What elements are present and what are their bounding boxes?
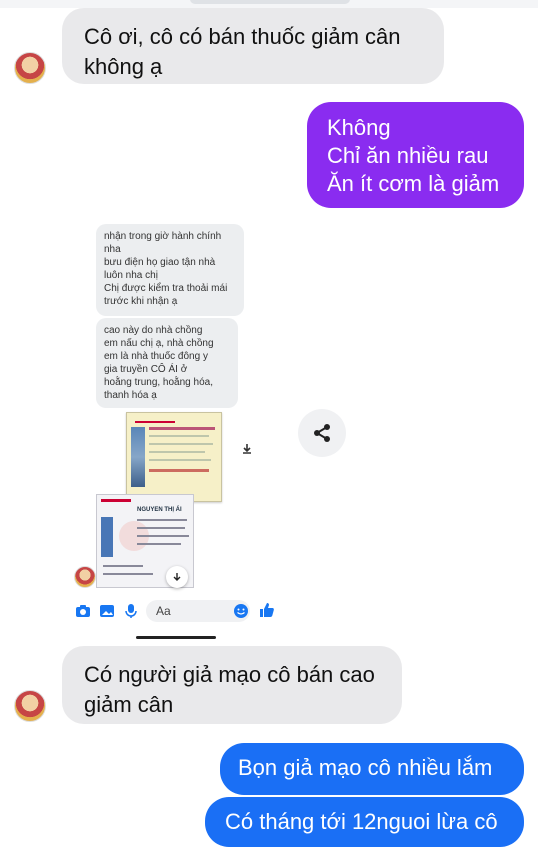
message-text: Bọn giả mạo cô nhiều lắm <box>238 755 493 780</box>
embedded-text: Chị được kiểm tra thoải mái <box>104 283 228 294</box>
faded-header <box>190 0 350 4</box>
embedded-text: hoằng trung, hoằng hóa, <box>104 377 213 388</box>
card-line <box>149 427 215 430</box>
embedded-text: em nấu chị ạ, nhà chồng <box>104 338 214 349</box>
camera-icon[interactable] <box>74 602 92 620</box>
download-icon[interactable] <box>240 442 254 456</box>
embedded-avatar <box>74 566 96 588</box>
card-line <box>149 435 209 437</box>
card-line <box>137 543 181 545</box>
card-portrait <box>131 427 145 487</box>
message-bubble-incoming[interactable]: Cô ơi, cô có bán thuốc giảm cân không ạ <box>62 8 444 84</box>
message-bubble-outgoing[interactable]: Bọn giả mạo cô nhiều lắm <box>220 743 524 795</box>
embedded-message-bubble: cao này do nhà chồng em nấu chị ạ, nhà c… <box>96 318 238 408</box>
embedded-text: nhận trong giờ hành chính <box>104 231 222 242</box>
card-line <box>137 527 185 529</box>
embedded-text: bưu điện họ giao tận nhà <box>104 257 216 268</box>
image-icon[interactable] <box>98 602 116 620</box>
embedded-home-indicator <box>136 636 216 639</box>
sender-avatar[interactable] <box>14 690 46 722</box>
message-bubble-outgoing[interactable]: Có tháng tới 12nguoi lừa cô <box>205 797 524 847</box>
emoji-icon[interactable] <box>232 602 250 620</box>
message-bubble-outgoing[interactable]: Không Chỉ ăn nhiều rau Ăn ít cơm là giảm <box>307 102 524 208</box>
card-line <box>149 469 209 472</box>
message-text: giảm cân <box>84 692 174 717</box>
card-line <box>149 459 211 461</box>
card-line <box>103 573 153 575</box>
embedded-text: thanh hóa ạ <box>104 390 157 401</box>
message-text: Có người giả mạo cô bán cao <box>84 662 375 687</box>
card-header-line <box>101 499 131 502</box>
card-line <box>137 519 187 521</box>
message-bubble-incoming[interactable]: Có người giả mạo cô bán cao giảm cân <box>62 646 402 724</box>
top-status-strip <box>0 0 538 8</box>
card-line <box>149 451 205 453</box>
message-text: Không <box>327 115 391 140</box>
message-text: không ạ <box>84 54 163 79</box>
card-line <box>103 565 143 567</box>
sender-avatar[interactable] <box>14 52 46 84</box>
certificate-card-image <box>126 412 222 502</box>
embedded-text: nha <box>104 244 121 255</box>
card-line <box>137 535 189 537</box>
embedded-text: gia truyền CÔ ÁI ở <box>104 364 188 375</box>
arrow-down-icon[interactable] <box>166 566 188 588</box>
embedded-text: luôn nha chị <box>104 270 158 281</box>
share-icon[interactable] <box>298 409 346 457</box>
embedded-text: trước khi nhận ạ <box>104 296 178 307</box>
card-header-line <box>135 421 175 423</box>
embedded-message-bubble: nhận trong giờ hành chính nha bưu điện h… <box>96 224 244 316</box>
card-portrait <box>101 517 113 557</box>
card-line <box>149 443 213 445</box>
thumbs-up-icon[interactable] <box>258 601 276 619</box>
embedded-text: cao này do nhà chồng <box>104 325 203 336</box>
id-card-name: NGUYEN THỊ ÁI <box>137 507 182 513</box>
message-text: Cô ơi, cô có bán thuốc giảm cân <box>84 24 401 49</box>
message-text: Ăn ít cơm là giảm <box>327 171 500 196</box>
microphone-icon[interactable] <box>122 602 140 620</box>
embedded-text: em là nhà thuốc đông y <box>104 351 208 362</box>
message-text: Chỉ ăn nhiều rau <box>327 143 489 168</box>
composer-placeholder: Aa <box>156 604 171 618</box>
message-text: Có tháng tới 12nguoi lừa cô <box>225 809 498 834</box>
